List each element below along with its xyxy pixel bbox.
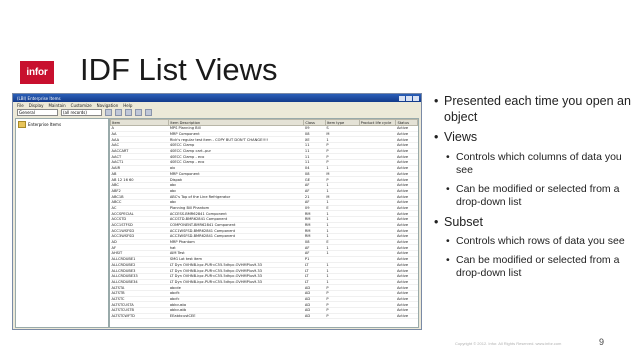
maximize-icon[interactable] [406, 95, 412, 101]
view-select[interactable]: General [17, 108, 58, 116]
bullet-text: Controls which rows of data you see [456, 235, 625, 247]
delete-icon[interactable] [125, 108, 132, 116]
copyright-footer: Copyright © 2012. Infor. All Rights Rese… [455, 341, 562, 346]
items-table: Item Item Description Class Item type Produc… [110, 119, 418, 320]
table-cell [359, 313, 396, 320]
bullet-marker: • [446, 253, 450, 266]
minimize-icon[interactable] [399, 95, 405, 101]
close-icon[interactable] [413, 95, 419, 101]
app-screenshot: (LBI) Enterprise Items File Display Main… [12, 93, 422, 330]
save-icon[interactable] [115, 108, 122, 116]
folder-icon [18, 121, 26, 128]
refresh-icon[interactable] [135, 108, 142, 116]
slide-title: IDF List Views [80, 52, 278, 87]
tree-node-enterprise-items[interactable]: Enterprise Items [16, 119, 108, 130]
infor-logo: infor [20, 61, 54, 84]
bullet-item: • Views [434, 130, 634, 146]
table-cell: P [325, 313, 360, 320]
table-cell: AD [303, 313, 326, 320]
new-icon[interactable] [105, 108, 112, 116]
sub-bullet-item: • Can be modified or selected from a drop… [434, 183, 634, 210]
list-grid: Item Item Description Class Item type Produc… [109, 118, 419, 328]
table-cell: Active [395, 313, 418, 320]
sub-bullet-item: • Controls which columns of data you see [434, 151, 634, 178]
menu-display[interactable]: Display [29, 103, 44, 108]
bullet-item: • Presented each time you open an object [434, 94, 634, 125]
sub-bullet-item: • Can be modified or selected from a drop… [434, 254, 634, 281]
menu-help[interactable]: Help [123, 103, 132, 108]
menu-customize[interactable]: Customize [71, 103, 92, 108]
menu-maintain[interactable]: Maintain [48, 103, 65, 108]
bullet-marker: • [446, 150, 450, 163]
bullet-text: Can be modified or selected from a drop-… [456, 182, 620, 209]
bullet-marker: • [434, 214, 439, 229]
bullet-list: • Presented each time you open an object •… [434, 94, 634, 286]
window-title: (LBI) Enterprise Items [17, 95, 61, 101]
bullet-text: Presented each time you open an object [444, 94, 631, 124]
bullet-marker: • [446, 182, 450, 195]
table-body: A MPS Planning Bill 09 S Active AA MRP Compone… [110, 125, 418, 320]
window-controls [399, 95, 419, 101]
bullet-text: Subset [444, 214, 483, 229]
toolbar: General (all records) [13, 108, 421, 116]
subset-select[interactable]: (all records) [61, 108, 102, 116]
window-titlebar: (LBI) Enterprise Items [13, 94, 421, 102]
bullet-text: Views [444, 130, 478, 144]
bullet-marker: • [446, 235, 450, 247]
page-number: 9 [599, 337, 605, 347]
object-tree: Enterprise Items [15, 118, 109, 328]
table-cell: ALTSTCWFTD [110, 313, 169, 320]
filter-icon[interactable] [145, 108, 152, 116]
bullet-text: Can be modified or selected from a drop-… [456, 253, 620, 280]
bullet-item: • Subset [434, 215, 634, 231]
table-row[interactable]: ALTSTCWFTD EEabkcustCEE AD P Active [110, 313, 418, 320]
bullet-text: Controls which columns of data you see [456, 150, 622, 177]
sub-bullet-item: • Controls which rows of data you see [434, 235, 634, 249]
bullet-marker: • [434, 94, 439, 108]
bullet-marker: • [434, 130, 439, 144]
menu-navigation[interactable]: Navigation [97, 103, 119, 108]
table-cell: EEabkcustCEE [168, 313, 304, 320]
menu-file[interactable]: File [17, 103, 24, 108]
